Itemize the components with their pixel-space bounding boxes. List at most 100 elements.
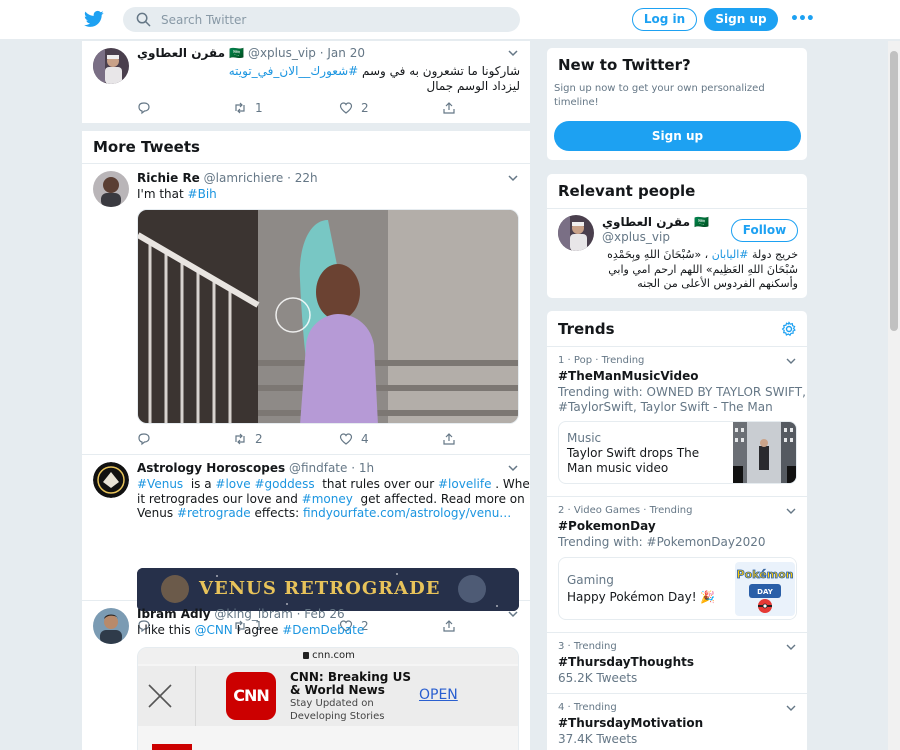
card-title: Trends bbox=[558, 320, 615, 338]
tweet-text: شاركونا ما تشعرون به في وسم #شعورك__الان… bbox=[137, 64, 520, 93]
chevron-down-icon[interactable] bbox=[506, 461, 520, 475]
tweet-text: I like this @CNN I agree #DemDebate bbox=[137, 623, 520, 638]
author-name[interactable]: Astrology Horoscopes bbox=[137, 461, 285, 475]
avatar[interactable] bbox=[93, 608, 129, 644]
login-button[interactable]: Log in bbox=[632, 8, 697, 31]
tweet-date[interactable]: · 1h bbox=[351, 461, 374, 475]
reply-icon bbox=[138, 102, 150, 115]
author-handle[interactable]: @findfate bbox=[289, 461, 347, 475]
hashtag-link[interactable]: #شعورك__الان_في_تويته bbox=[229, 64, 358, 78]
tweet[interactable]: Richie Re @lamrichiere · 22h I'm that #B… bbox=[82, 164, 530, 455]
top-bar: Log in Sign up ••• bbox=[0, 0, 900, 40]
tweet[interactable]: Astrology Horoscopes @findfate · 1h #Ven… bbox=[82, 456, 530, 633]
tweet-text-segment: I like this bbox=[137, 623, 195, 637]
app-subtitle: Stay Updated on bbox=[290, 698, 374, 709]
hashtag-link[interactable]: #DemDebate bbox=[282, 623, 364, 637]
event-title: Happy Pokémon Day! 🎉 bbox=[567, 590, 716, 604]
tweet-text-line: ليزداد الوسم جمال bbox=[426, 78, 520, 93]
chevron-down-icon[interactable] bbox=[785, 505, 797, 517]
reply-button[interactable] bbox=[137, 100, 151, 116]
tweet[interactable]: Ibram Adly @king_ibram · Feb 26 I like t… bbox=[82, 602, 530, 750]
hashtag-link[interactable]: #money bbox=[302, 492, 353, 506]
card-title: Relevant people bbox=[558, 182, 696, 200]
author-handle[interactable]: @xplus_vip bbox=[248, 46, 316, 60]
card-description-line: timeline! bbox=[554, 97, 599, 108]
avatar[interactable] bbox=[93, 171, 129, 207]
retweet-button[interactable]: 1 bbox=[233, 100, 263, 116]
retweet-count: 2 bbox=[255, 432, 263, 446]
search-input[interactable] bbox=[161, 10, 501, 29]
trend-item[interactable]: 1 · Pop · Trending #TheManMusicVideo Tre… bbox=[547, 346, 807, 496]
hashtag-link[interactable]: #Bih bbox=[188, 187, 217, 201]
trend-hashtag[interactable]: #ThursdayThoughts bbox=[558, 655, 694, 669]
author-handle[interactable]: @king_ibram bbox=[214, 607, 292, 621]
tweet-date[interactable]: · Feb 26 bbox=[297, 607, 345, 621]
hashtag-link[interactable]: #retrograde bbox=[177, 506, 251, 520]
signup-button[interactable]: Sign up bbox=[704, 8, 778, 31]
tweet-actions: 1 2 bbox=[137, 100, 497, 116]
chevron-down-icon[interactable] bbox=[506, 607, 520, 621]
avatar[interactable] bbox=[93, 462, 129, 498]
trend-item[interactable]: 2 · Video Games · Trending #PokemonDay T… bbox=[547, 496, 807, 632]
chevron-down-icon[interactable] bbox=[785, 641, 797, 653]
pokemon-day-thumbnail: Pokémon DAY bbox=[733, 558, 796, 619]
trend-item[interactable]: 3 · Trending #ThursdayThoughts 65.2K Twe… bbox=[547, 632, 807, 693]
more-options-icon[interactable]: ••• bbox=[790, 8, 815, 30]
sidebar-signup-button[interactable]: Sign up bbox=[554, 121, 801, 151]
chevron-down-icon[interactable] bbox=[506, 46, 520, 60]
reply-button[interactable] bbox=[137, 431, 151, 447]
trend-hashtag[interactable]: #TheManMusicVideo bbox=[558, 369, 699, 383]
banner-title: VENUS RETROGRADE bbox=[199, 578, 441, 599]
twitter-logo-icon[interactable] bbox=[83, 9, 105, 29]
trend-item[interactable]: 4 · Trending #ThursdayMotivation 37.4K T… bbox=[547, 693, 807, 750]
trend-event-card[interactable]: Music Taylor Swift drops The Man music v… bbox=[558, 421, 797, 484]
tweet[interactable]: مقرن العطاوي 🇸🇦 @xplus_vip · Jan 20 شارك… bbox=[82, 41, 530, 123]
follow-button[interactable]: Follow bbox=[731, 219, 798, 242]
trend-meta: 1 · Pop · Trending bbox=[558, 355, 645, 366]
trend-event-card[interactable]: Gaming Happy Pokémon Day! 🎉 Pokémon DAY bbox=[558, 557, 797, 620]
retweet-button[interactable]: 2 bbox=[233, 431, 263, 447]
tweet-photo[interactable] bbox=[137, 209, 519, 424]
search-bar[interactable] bbox=[123, 7, 520, 32]
person-name[interactable]: مقرن العطاوي 🇸🇦 bbox=[602, 215, 709, 229]
tweet-photo[interactable]: cnn.com CNN CNN: Breaking US & World New… bbox=[137, 647, 519, 750]
share-button[interactable] bbox=[442, 431, 456, 447]
avatar[interactable] bbox=[93, 48, 129, 84]
trend-context-line: Trending with: OWNED BY TAYLOR SWIFT, bbox=[558, 385, 806, 399]
person-handle[interactable]: @xplus_vip bbox=[602, 230, 670, 244]
author-handle[interactable]: @lamrichiere bbox=[204, 171, 284, 185]
card-description: Sign up now to get your own personalized… bbox=[554, 82, 765, 110]
gear-icon[interactable] bbox=[781, 321, 797, 337]
lock-icon bbox=[303, 652, 310, 659]
tweet-date[interactable]: · 22h bbox=[287, 171, 318, 185]
trend-hashtag[interactable]: #PokemonDay bbox=[558, 519, 656, 533]
tweet-text-segment: that rules over our bbox=[314, 477, 438, 491]
like-button[interactable]: 2 bbox=[339, 100, 369, 116]
author-name[interactable]: Richie Re bbox=[137, 171, 200, 185]
section-divider bbox=[82, 123, 530, 131]
new-to-twitter-card: New to Twitter? Sign up now to get your … bbox=[546, 47, 808, 161]
hashtag-link[interactable]: #اليابان bbox=[712, 248, 749, 261]
scrollbar-thumb[interactable] bbox=[890, 51, 898, 331]
tweet-text-segment: it retrogrades our love and bbox=[137, 491, 302, 506]
share-button[interactable] bbox=[442, 100, 456, 116]
trend-meta: 3 · Trending bbox=[558, 641, 617, 652]
author-name[interactable]: Ibram Adly bbox=[137, 607, 211, 621]
chevron-down-icon[interactable] bbox=[785, 355, 797, 367]
hashtag-link[interactable]: #goddess bbox=[254, 477, 314, 491]
avatar[interactable] bbox=[558, 215, 594, 251]
chevron-down-icon[interactable] bbox=[785, 702, 797, 714]
tweet-header: Richie Re @lamrichiere · 22h bbox=[137, 171, 318, 185]
page-scrollbar[interactable] bbox=[888, 41, 900, 750]
page-preview bbox=[152, 744, 192, 750]
trend-hashtag[interactable]: #ThursdayMotivation bbox=[558, 716, 703, 730]
url-link[interactable]: findyourfate.com/astrology/venu… bbox=[303, 506, 511, 520]
author-name[interactable]: مقرن العطاوي 🇸🇦 bbox=[137, 46, 244, 60]
chevron-down-icon[interactable] bbox=[506, 171, 520, 185]
mention-link[interactable]: @CNN bbox=[194, 623, 232, 637]
hashtag-link[interactable]: #love bbox=[215, 477, 250, 491]
like-button[interactable]: 4 bbox=[339, 431, 369, 447]
hashtag-link[interactable]: #Venus bbox=[137, 477, 183, 491]
hashtag-link[interactable]: #lovelife bbox=[438, 477, 492, 491]
tweet-date[interactable]: · Jan 20 bbox=[320, 46, 365, 60]
